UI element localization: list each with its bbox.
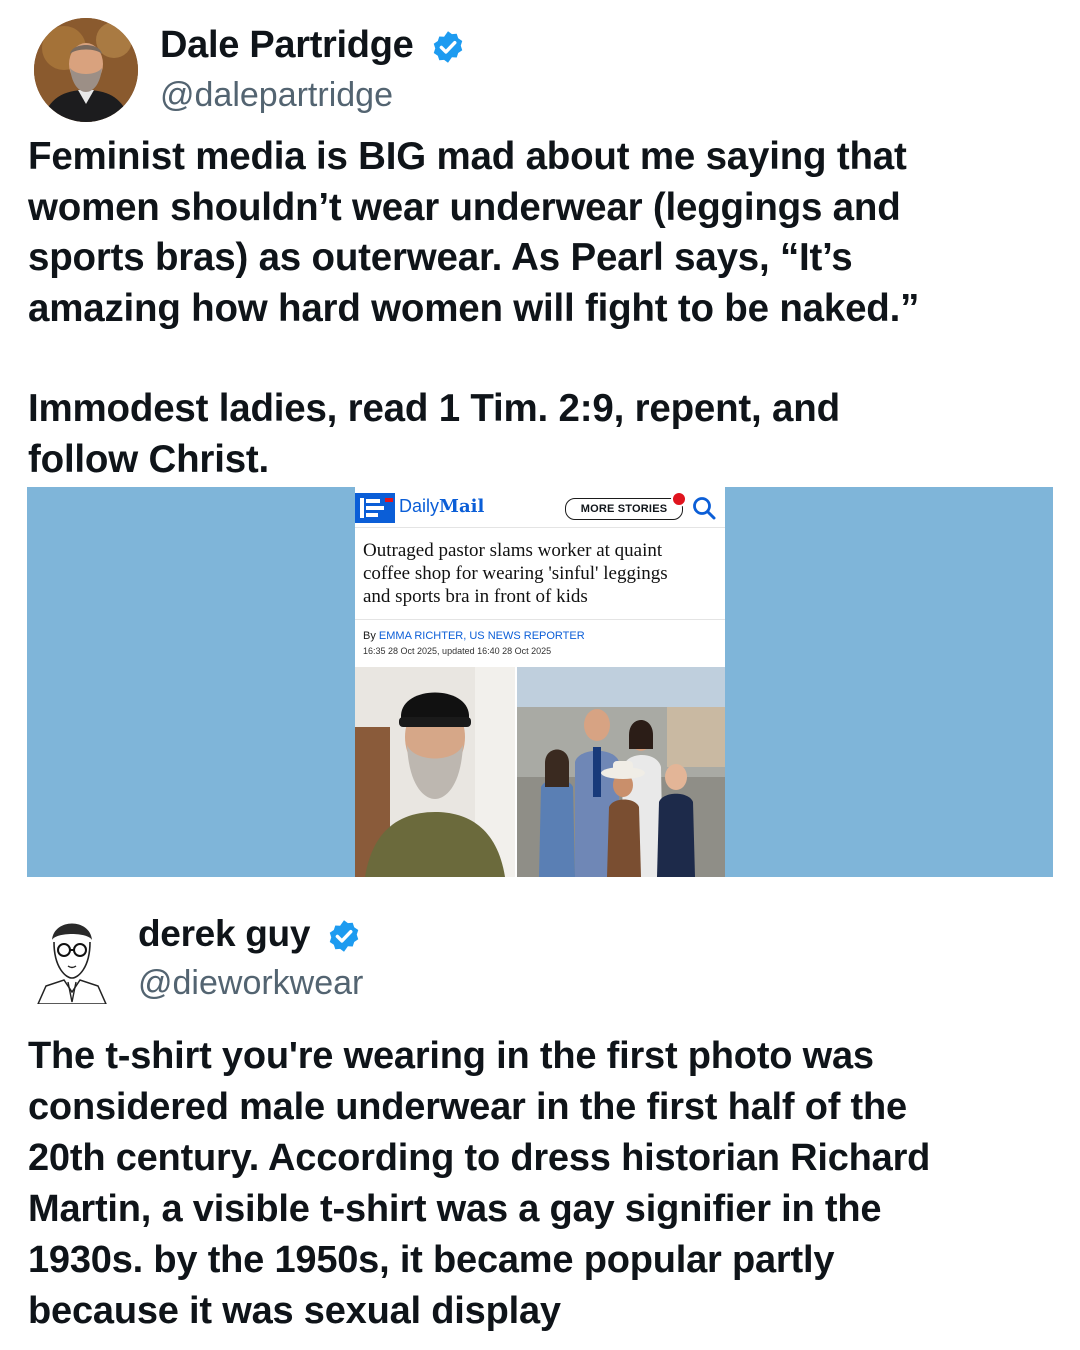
- verified-badge-icon: [329, 920, 359, 952]
- post-text-line: Immodest ladies, read 1 Tim. 2:9, repent…: [28, 387, 840, 430]
- post-text: The t-shirt you're wearing in the first …: [28, 1031, 1068, 1337]
- post-text-line: 20th century. According to dress histori…: [28, 1137, 931, 1179]
- article-photo-family[interactable]: [517, 667, 725, 877]
- profile-photo-icon: [34, 18, 138, 122]
- post-text-line: considered male underwear in the first h…: [28, 1086, 907, 1128]
- avatar-dale-partridge[interactable]: [34, 18, 138, 122]
- search-icon[interactable]: [691, 495, 717, 521]
- article-screenshot[interactable]: DailyMail MORE STORIES Outraged pastor s…: [355, 487, 725, 877]
- author-name[interactable]: derek guy: [138, 913, 362, 955]
- author-handle[interactable]: @dalepartridge: [160, 76, 393, 115]
- sketch-portrait-icon: [32, 912, 112, 1005]
- post-text-line: because it was sexual display: [28, 1290, 561, 1332]
- post-text-line: women shouldn’t wear underwear (leggings…: [28, 185, 901, 229]
- site-logo[interactable]: DailyMail: [399, 496, 484, 517]
- post-text-line: The t-shirt you're wearing in the first …: [28, 1035, 874, 1077]
- article-dateline: 16:35 28 Oct 2025, updated 16:40 28 Oct …: [363, 646, 552, 656]
- author-name[interactable]: Dale Partridge: [160, 24, 466, 67]
- notification-dot: [671, 491, 687, 507]
- post-text-line: follow Christ.: [28, 437, 270, 481]
- menu-icon[interactable]: [355, 493, 395, 523]
- article-byline: By EMMA RICHTER, US NEWS REPORTER: [363, 630, 585, 642]
- post-text-line: 1930s. by the 1950s, it became popular p…: [28, 1239, 835, 1281]
- post-text: Feminist media is BIG mad about me sayin…: [28, 132, 1058, 485]
- avatar-derek-guy[interactable]: [32, 912, 112, 1005]
- more-stories-button[interactable]: MORE STORIES: [565, 498, 683, 520]
- site-header: DailyMail MORE STORIES: [355, 487, 725, 528]
- author-handle[interactable]: @dieworkwear: [138, 964, 363, 1003]
- author-link[interactable]: EMMA RICHTER, US NEWS REPORTER: [379, 630, 585, 642]
- article-headline[interactable]: Outraged pastor slams worker at quaint c…: [363, 539, 719, 608]
- post-text-line: Feminist media is BIG mad about me sayin…: [28, 135, 907, 178]
- post-text-line: amazing how hard women will fight to be …: [28, 286, 920, 330]
- post-text-line: Martin, a visible t-shirt was a gay sign…: [28, 1188, 882, 1230]
- article-photo-pastor[interactable]: [355, 667, 515, 877]
- post-text-line: sports bras) as outerwear. As Pearl says…: [28, 236, 853, 279]
- verified-badge-icon: [433, 31, 462, 63]
- divider: [355, 619, 725, 620]
